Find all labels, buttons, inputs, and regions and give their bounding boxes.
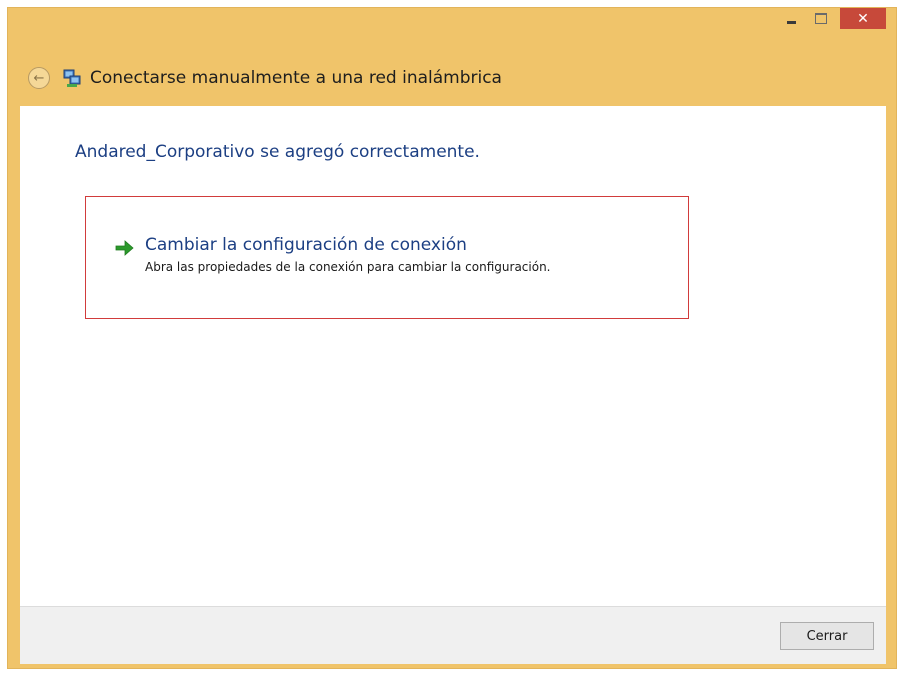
option-description: Abra las propiedades de la conexión para… <box>145 260 551 274</box>
footer-bar: Cerrar <box>20 606 886 664</box>
dialog-title: Conectarse manualmente a una red inalámb… <box>90 68 502 88</box>
window-controls: ✕ <box>776 8 886 34</box>
content-panel: Andared_Corporativo se agregó correctame… <box>20 106 886 606</box>
close-button[interactable]: Cerrar <box>780 622 874 650</box>
back-arrow-icon: ← <box>33 70 45 86</box>
maximize-icon <box>815 12 827 24</box>
option-title[interactable]: Cambiar la configuración de conexión <box>145 235 551 255</box>
close-window-button[interactable]: ✕ <box>840 8 886 29</box>
title-bar: ✕ <box>8 8 896 38</box>
dialog-window: ✕ ← Conectarse manualmente a una red ina… <box>7 7 897 669</box>
navigation-bar: ← Conectarse manualmente a una red inalá… <box>8 58 896 98</box>
network-icon <box>62 68 82 88</box>
minimize-button[interactable] <box>776 8 806 28</box>
success-message: Andared_Corporativo se agregó correctame… <box>75 142 480 162</box>
change-connection-settings-link[interactable]: Cambiar la configuración de conexión Abr… <box>113 235 551 274</box>
back-button[interactable]: ← <box>28 67 50 89</box>
close-icon: ✕ <box>857 10 869 27</box>
option-text: Cambiar la configuración de conexión Abr… <box>145 235 551 274</box>
maximize-button[interactable] <box>806 8 836 28</box>
green-arrow-icon <box>113 237 135 259</box>
minimize-icon <box>786 20 796 24</box>
highlight-box: Cambiar la configuración de conexión Abr… <box>85 196 689 319</box>
